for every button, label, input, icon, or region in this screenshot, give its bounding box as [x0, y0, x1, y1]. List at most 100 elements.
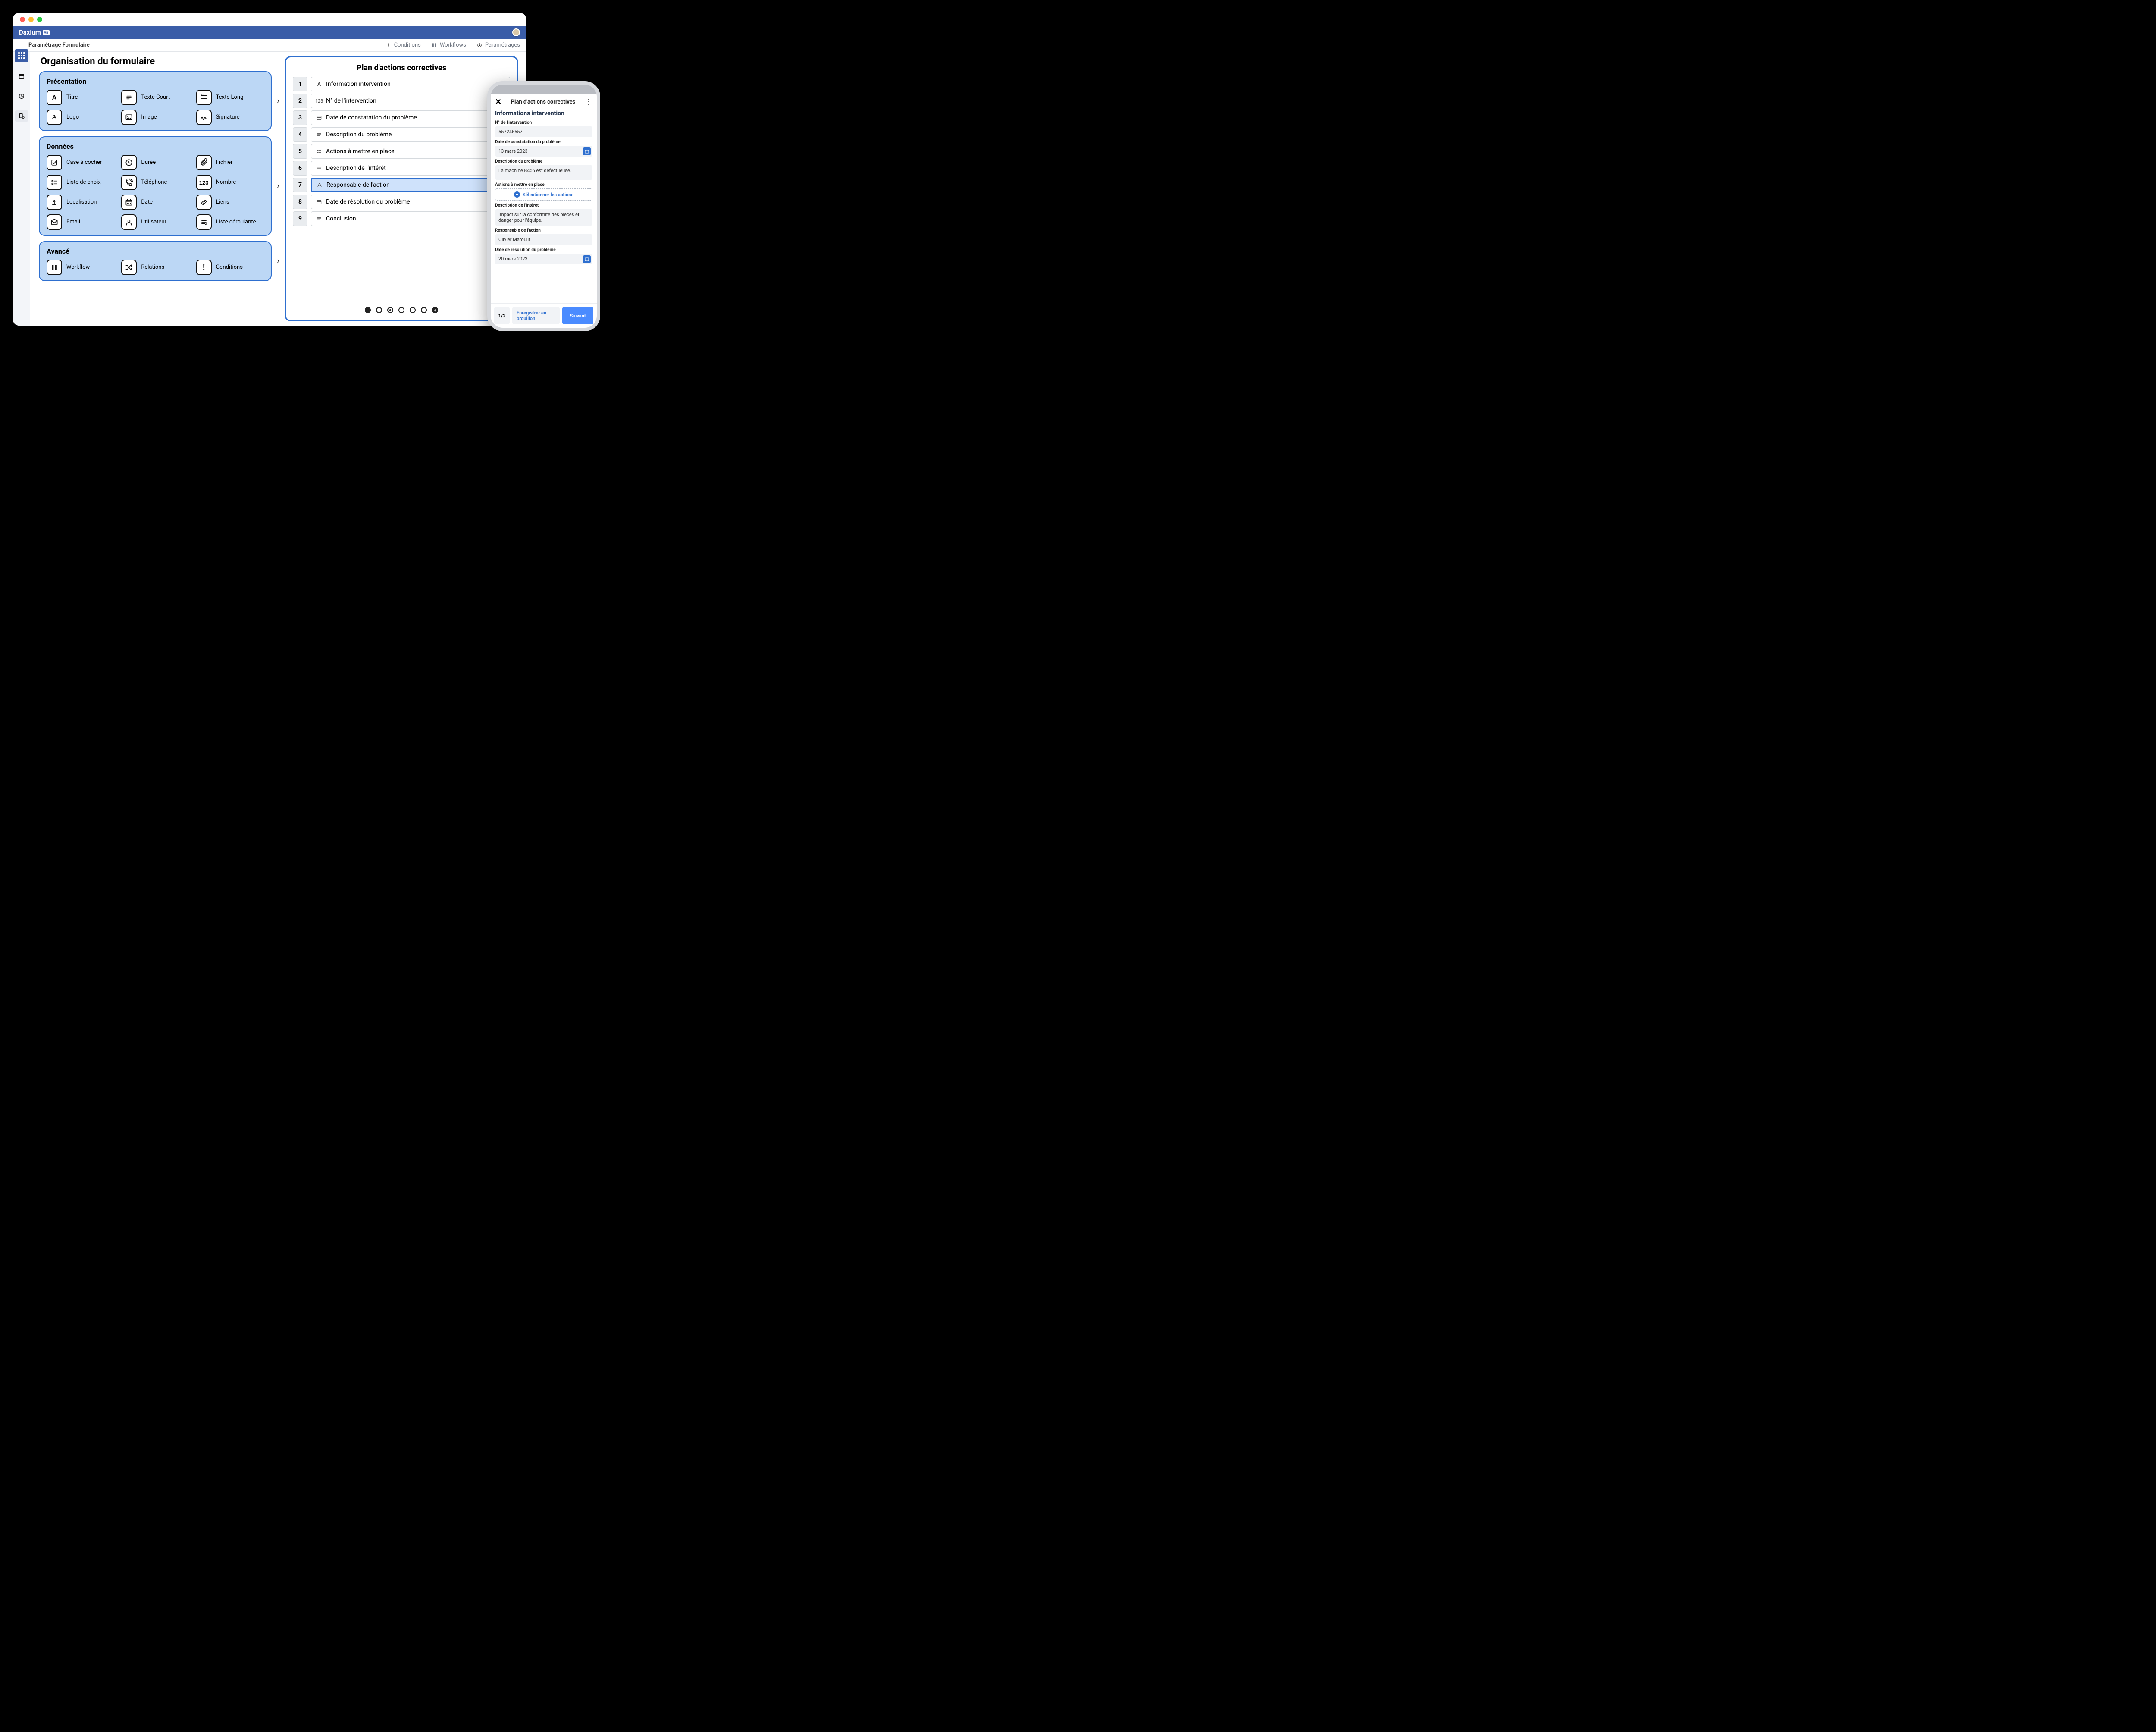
field-link[interactable]: Liens: [196, 195, 264, 210]
input-date-const[interactable]: 13 mars 2023: [495, 146, 592, 157]
page-title: Organisation du formulaire: [41, 56, 272, 67]
logo-icon: [47, 110, 62, 125]
title-icon: A: [47, 90, 62, 105]
form-row[interactable]: 1 A Information intervention: [293, 77, 510, 91]
mail-icon: [47, 214, 62, 230]
input-date-res[interactable]: 20 mars 2023: [495, 254, 592, 264]
phone-close-button[interactable]: ✕: [495, 97, 501, 107]
window-minimize-button[interactable]: [28, 17, 34, 22]
field-dropdown[interactable]: Liste déroulante: [196, 214, 264, 230]
form-row[interactable]: 7 Responsable de l'action: [293, 178, 510, 192]
field-texte-long[interactable]: Texte Long: [196, 90, 264, 105]
location-icon: [47, 195, 62, 210]
form-row[interactable]: 6 Description de l'intérêt: [293, 161, 510, 176]
toolbar-workflows[interactable]: Workflows: [431, 42, 466, 48]
form-row-number: 4: [293, 127, 307, 142]
toolbar: Paramétrage Formulaire Conditions Workfl…: [13, 39, 526, 52]
pager-page-3[interactable]: [387, 307, 393, 313]
pager-page-6[interactable]: [421, 307, 427, 313]
form-row-field[interactable]: A Information intervention: [311, 77, 510, 91]
panel-expand-donnees[interactable]: [274, 182, 282, 190]
panel-expand-avance[interactable]: [274, 257, 282, 265]
form-row-field[interactable]: Responsable de l'action: [311, 178, 510, 192]
form-row-field[interactable]: Actions à mettre en place: [311, 144, 510, 159]
form-icon: [18, 113, 25, 119]
form-row[interactable]: 5 Actions à mettre en place: [293, 144, 510, 159]
input-desc-prob[interactable]: La machine B456 est défectueuse.: [495, 165, 592, 180]
form-row-number: 5: [293, 144, 307, 159]
paperclip-icon: [196, 155, 212, 170]
field-conditions[interactable]: ! Conditions: [196, 260, 264, 275]
field-texte-court[interactable]: Texte Court: [121, 90, 189, 105]
form-row-label: Description de l'intérêt: [326, 165, 386, 172]
calendar-icon[interactable]: [583, 147, 591, 155]
phone-section-title: Informations intervention: [495, 110, 592, 117]
phone-page-counter[interactable]: 1/2: [494, 307, 510, 324]
field-image[interactable]: Image: [121, 110, 189, 125]
form-row[interactable]: 9 Conclusion: [293, 211, 510, 226]
field-number[interactable]: 123 Nombre: [196, 175, 264, 190]
form-row[interactable]: 3 Date de constatation du problème: [293, 110, 510, 125]
rail-analytics-button[interactable]: [15, 91, 28, 102]
form-row-number: 6: [293, 161, 307, 176]
field-duration[interactable]: Durée: [121, 155, 189, 170]
pager-add-page[interactable]: +: [432, 307, 438, 313]
form-row-field[interactable]: Description du problème: [311, 127, 510, 142]
dropdown-icon: [196, 214, 212, 230]
rail-form-builder-button[interactable]: [15, 110, 28, 122]
field-date[interactable]: Date: [121, 195, 189, 210]
phone-icon: [121, 175, 137, 190]
field-location[interactable]: Localisation: [47, 195, 114, 210]
rail-apps-button[interactable]: [15, 49, 28, 62]
input-desc-int[interactable]: Impact sur la conformité des pièces et d…: [495, 209, 592, 226]
field-email[interactable]: Email: [47, 214, 114, 230]
pager-page-5[interactable]: [410, 307, 416, 313]
field-file[interactable]: Fichier: [196, 155, 264, 170]
form-row[interactable]: 4 Description du problème: [293, 127, 510, 142]
field-phone[interactable]: Téléphone: [121, 175, 189, 190]
select-actions-button[interactable]: + Sélectionner les actions: [495, 188, 592, 201]
calendar-icon[interactable]: [583, 255, 591, 263]
form-row[interactable]: 2 123 N° de l'intervention: [293, 94, 510, 108]
input-resp[interactable]: Olivier Maroulit: [495, 234, 592, 245]
form-row-field[interactable]: Description de l'intérêt: [311, 161, 510, 176]
checkbox-icon: [47, 155, 62, 170]
form-row-field[interactable]: Date de constatation du problème: [311, 110, 510, 125]
phone-more-button[interactable]: ⋮: [585, 97, 592, 107]
toolbar-parametrages[interactable]: Paramétrages: [476, 42, 520, 48]
rail-calendar-button[interactable]: [15, 71, 28, 82]
form-row-field[interactable]: Date de résolution du problème: [311, 195, 510, 209]
label-desc-int: Description de l'intérêt: [495, 203, 592, 208]
number-icon: 123: [196, 175, 212, 190]
form-row-label: Conclusion: [326, 215, 356, 222]
form-row-field[interactable]: Conclusion: [311, 211, 510, 226]
pager-page-2[interactable]: [376, 307, 382, 313]
field-logo[interactable]: Logo: [47, 110, 114, 125]
form-row[interactable]: 8 Date de résolution du problème: [293, 195, 510, 209]
window-close-button[interactable]: [20, 17, 25, 22]
field-signature[interactable]: Signature: [196, 110, 264, 125]
user-avatar[interactable]: [512, 28, 520, 36]
field-relations[interactable]: Relations: [121, 260, 189, 275]
panel-expand-presentation[interactable]: [274, 97, 282, 105]
panel-donnees: Données Case à cocher Durée: [39, 136, 272, 236]
panel-title: Données: [47, 142, 264, 151]
field-checkbox[interactable]: Case à cocher: [47, 155, 114, 170]
field-user[interactable]: Utilisateur: [121, 214, 189, 230]
pager-page-4[interactable]: [398, 307, 404, 313]
input-num[interactable]: 557245557: [495, 126, 592, 137]
next-button[interactable]: Suivant: [562, 307, 593, 324]
form-row-field[interactable]: 123 N° de l'intervention: [311, 94, 510, 108]
pager-page-1[interactable]: [365, 307, 371, 313]
toolbar-conditions[interactable]: Conditions: [385, 42, 421, 48]
form-row-number: 1: [293, 77, 307, 91]
label-num: N° de l'intervention: [495, 120, 592, 125]
save-draft-button[interactable]: Enregistrer en brouillon: [512, 307, 560, 324]
field-choicelist[interactable]: Liste de choix: [47, 175, 114, 190]
window-maximize-button[interactable]: [37, 17, 42, 22]
field-titre[interactable]: A Titre: [47, 90, 114, 105]
brand-badge: Air: [43, 30, 50, 35]
field-workflow[interactable]: Workflow: [47, 260, 114, 275]
form-row-label: Actions à mettre en place: [326, 148, 395, 155]
window-titlebar: [13, 13, 526, 26]
